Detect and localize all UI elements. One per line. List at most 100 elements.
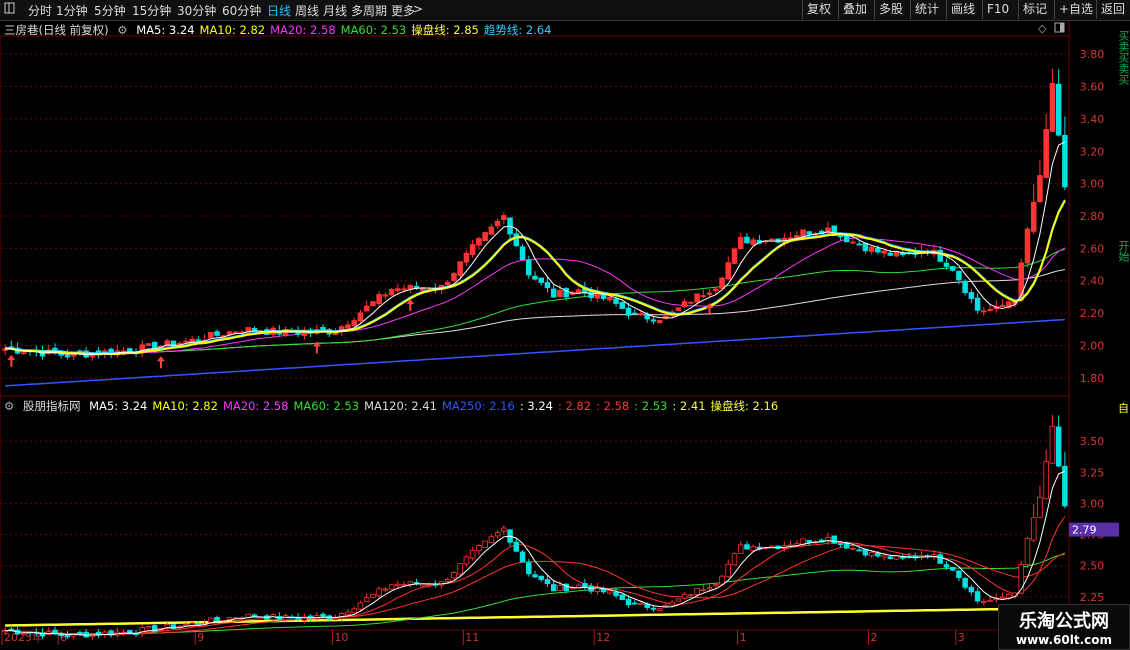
sub-candle (638, 602, 644, 605)
main-candle (363, 305, 370, 312)
sub-candle (488, 536, 495, 543)
main-candle (887, 252, 894, 256)
sub-candle (706, 587, 713, 590)
main-candle (351, 320, 357, 327)
sub-candle (1043, 461, 1049, 500)
sub-candle (519, 551, 526, 563)
ma60-line (5, 248, 1066, 354)
sub-candle (532, 574, 538, 578)
sub-y-tick: 2.50 (1080, 560, 1105, 573)
sub-candle (1030, 517, 1037, 541)
sub-candle (999, 596, 1006, 599)
main-candle (694, 293, 700, 303)
watermark-url: www.60lt.com (1015, 633, 1113, 647)
sub-candle (444, 579, 451, 582)
x-axis-label: 2 (871, 631, 878, 644)
main-candle (214, 331, 220, 336)
sub-candle (544, 579, 551, 584)
main-candle (463, 252, 470, 263)
main-y-tick: 2.00 (1080, 339, 1105, 352)
main-candle (893, 251, 900, 257)
sub-candle (525, 562, 532, 575)
sub-candle (420, 583, 426, 587)
main-candle (1030, 201, 1037, 232)
sub-candle (357, 602, 364, 610)
sub-candle (145, 626, 152, 629)
sub-candle (463, 556, 470, 565)
main-y-tick: 2.60 (1080, 242, 1105, 255)
sub-candle (370, 593, 376, 598)
watermark: 乐淘公式网 www.60lt.com (998, 604, 1130, 650)
main-candle (176, 342, 183, 345)
x-axis-label: 3 (958, 631, 965, 644)
main-candle (64, 354, 71, 358)
sub-candle (1037, 496, 1043, 518)
sub-candle (744, 544, 750, 550)
sub-candle (675, 598, 682, 602)
sub-candle (407, 581, 414, 585)
sub-trend-line (5, 606, 1065, 627)
main-y-tick: 3.80 (1080, 48, 1105, 61)
main-candle (420, 287, 426, 292)
sub-candle (650, 607, 657, 610)
sub-candle (382, 588, 389, 591)
sub-candle (320, 613, 326, 617)
sub-candle (494, 532, 501, 537)
x-axis-label: 10 (334, 631, 348, 644)
main-candle (332, 332, 339, 335)
main-candle (208, 332, 214, 339)
sub-candle (881, 554, 887, 558)
sub-candle (837, 543, 844, 545)
main-candle (532, 275, 538, 280)
sub-candle (937, 554, 943, 564)
main-y-tick: 2.80 (1080, 210, 1105, 223)
sub-candle (550, 584, 557, 592)
sub-candle (887, 556, 894, 560)
sub-candle (501, 527, 507, 532)
sub-candle (1024, 537, 1031, 566)
sub-candle (875, 552, 881, 557)
main-candle (519, 246, 526, 261)
main-candle (494, 220, 501, 227)
sub-candle (831, 535, 837, 544)
main-candle (183, 340, 189, 343)
main-candle (457, 261, 463, 276)
main-candle (987, 309, 993, 311)
main-candle (395, 288, 401, 291)
ma250-line (5, 318, 1065, 387)
main-candle (1055, 83, 1062, 136)
signal-side-text-2: 开始 (1117, 240, 1130, 262)
main-candle (588, 290, 594, 299)
sub-candle (345, 611, 351, 616)
main-candle (949, 266, 956, 271)
sub-candle (619, 594, 626, 600)
main-candle (850, 241, 856, 244)
main-candle (1049, 82, 1056, 132)
main-candle (21, 352, 27, 355)
main-candle (407, 285, 414, 290)
main-candle (656, 320, 663, 324)
main-candle (1024, 228, 1031, 264)
main-candle (538, 277, 545, 283)
main-candle (345, 324, 351, 329)
main-candle (370, 301, 376, 307)
sub-candle (625, 598, 632, 606)
current-price-text: 2.79 (1072, 524, 1097, 537)
kline-chart[interactable]: 3.80 3.60 3.40 3.20 3.00 2.80 2.60 2.40 2.20 2.00… (0, 0, 1130, 650)
sub-candle (806, 539, 813, 543)
sub-candle (351, 608, 357, 614)
main-candle (320, 327, 326, 331)
main-candle (769, 238, 775, 241)
main-candle (607, 296, 613, 301)
sub-candle (962, 578, 968, 588)
sub-candle (987, 599, 993, 602)
sub-candle (656, 608, 663, 611)
main-candle (750, 239, 756, 246)
ma20-line (5, 237, 1066, 354)
sub-candle (1055, 426, 1062, 467)
main-candle (806, 231, 813, 235)
x-axis-label: 12 (596, 631, 610, 644)
x-axis-label: 9 (197, 631, 204, 644)
sub-candle (482, 540, 488, 548)
sub-candle (451, 572, 457, 579)
